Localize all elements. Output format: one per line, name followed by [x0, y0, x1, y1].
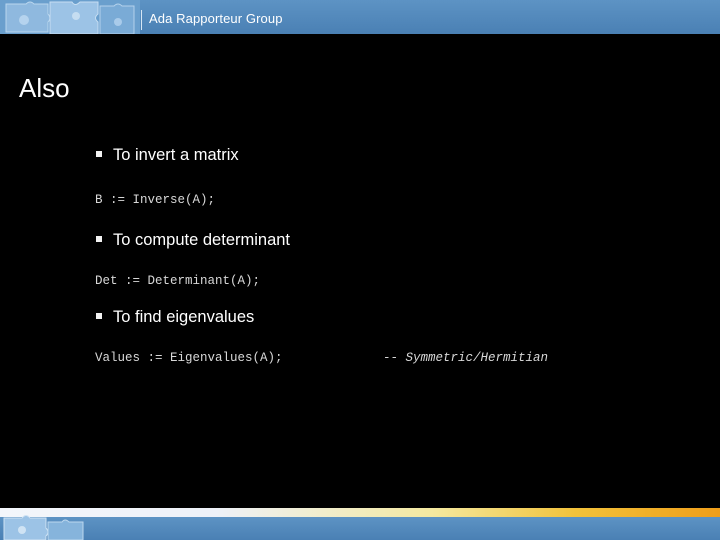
code-line-inverse: B := Inverse(A); — [95, 193, 216, 207]
code-comment: -- Symmetric/Hermitian — [383, 351, 549, 365]
puzzle-pieces-icon — [0, 0, 140, 34]
header-title: Ada Rapporteur Group — [149, 11, 283, 26]
bullet-item-invert: To invert a matrix — [96, 146, 239, 165]
code-line-eigenvalues: Values := Eigenvalues(A); — [95, 351, 283, 365]
slide-title: Also — [19, 73, 70, 103]
bullet-text: To find eigenvalues — [113, 308, 255, 326]
slide: Ada Rapporteur Group Also To invert a ma… — [0, 0, 720, 540]
bullet-text: To compute determinant — [113, 231, 291, 249]
header-divider — [141, 10, 142, 30]
header-band: Ada Rapporteur Group — [0, 0, 720, 34]
bullet-item-eigenvalues: To find eigenvalues — [96, 308, 254, 327]
bullet-item-determinant: To compute determinant — [96, 231, 290, 250]
square-bullet-icon — [96, 235, 102, 242]
bullet-text: To invert a matrix — [113, 146, 239, 164]
square-bullet-icon — [96, 312, 102, 319]
footer-band — [0, 517, 720, 540]
puzzle-pieces-icon — [3, 515, 84, 540]
footer-accent-bar — [0, 508, 720, 517]
code-line-determinant: Det := Determinant(A); — [95, 274, 261, 288]
square-bullet-icon — [96, 150, 102, 157]
